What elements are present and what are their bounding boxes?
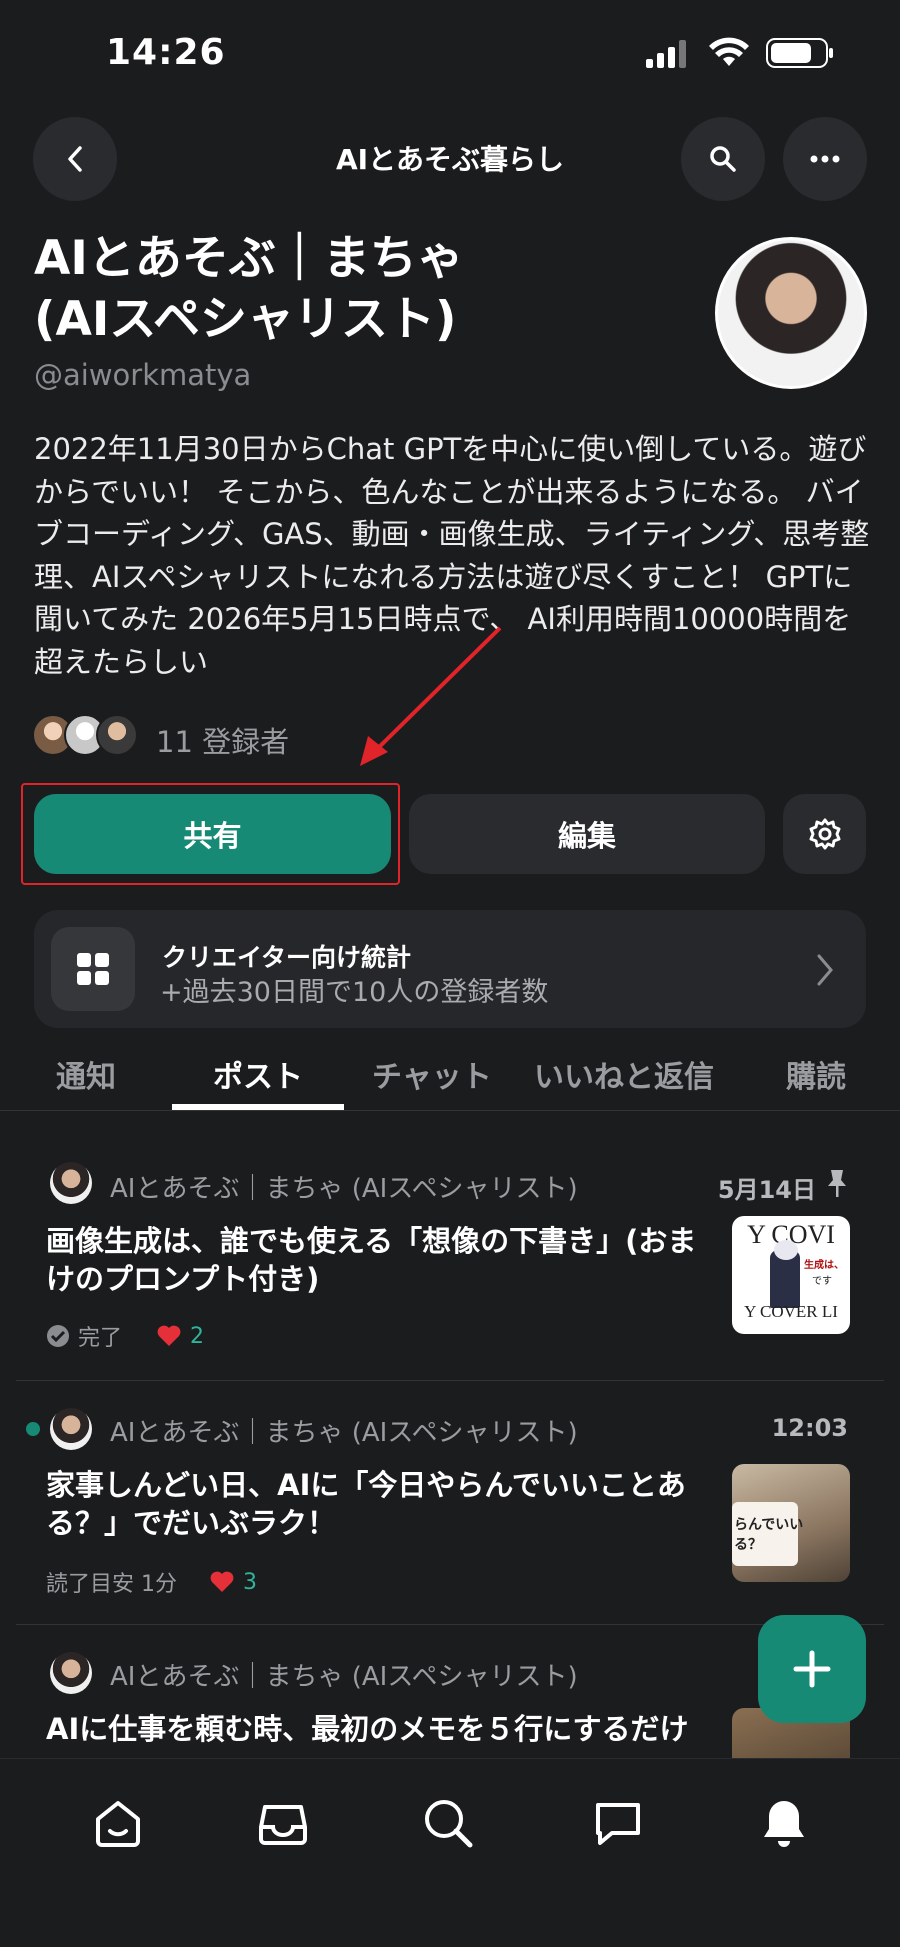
post-status: 完了 [78,1326,123,1351]
thumb-text: る？ [734,1537,762,1553]
settings-button[interactable] [783,794,866,874]
annotation-arrow [360,626,502,766]
divider [16,1624,884,1625]
heart-icon[interactable] [209,1570,235,1594]
back-button[interactable] [33,117,117,201]
battery-icon [766,38,834,68]
like-count: 3 [243,1569,257,1595]
post-item[interactable]: AIとあそぶ｜まちゃ (AIスペシャリスト) 5月14日 画像生成は、誰でも使え… [0,1140,900,1378]
thumb-card: らんでいい る？ [732,1502,803,1566]
post-meta: 読了目安 1分 3 [46,1566,257,1598]
thumb-text: らんでいい [734,1517,804,1533]
tab-likes-replies[interactable]: いいねと返信 [534,1052,714,1096]
plus-icon [793,1650,831,1688]
highlight-box [21,783,400,885]
post-meta: 完了 2 [46,1320,204,1352]
edit-button-label: 編集 [557,819,616,853]
check-circle-icon [47,1325,69,1347]
author-avatar [50,1162,92,1204]
more-options-button[interactable] [783,117,867,201]
inbox-icon[interactable] [255,1795,311,1851]
subscriber-count[interactable]: 11 登録者 [156,719,289,761]
author-avatar [50,1408,92,1450]
creator-stats-card[interactable] [34,910,866,1028]
grid-icon [77,953,109,985]
wifi-icon [708,36,750,68]
compose-button[interactable] [758,1615,866,1723]
edit-button[interactable]: 編集 [409,794,765,874]
search-button[interactable] [681,117,765,201]
profile-handle: @aiworkmatya [34,358,252,392]
bell-icon[interactable] [756,1795,812,1851]
stats-title: クリエイター向け統計 [162,943,412,972]
stats-subtitle: +過去30日間で10人の登録者数 [160,977,549,1008]
post-item[interactable]: AIとあそぶ｜まちゃ (AIスペシャリスト) 12:03 家事しんどい日、AIに… [0,1384,900,1624]
post-date: 12:03 [771,1414,848,1442]
stats-icon-box [51,927,135,1011]
search-icon[interactable] [420,1795,476,1851]
chat-icon[interactable] [590,1795,646,1851]
subscriber-avatar [96,714,138,756]
tab-posts[interactable]: ポスト [213,1052,303,1096]
profile-avatar[interactable] [715,237,867,389]
like-count: 2 [190,1323,205,1349]
thumb-figure-hair [774,1240,798,1260]
post-author: AIとあそぶ｜まちゃ (AIスペシャリスト) [110,1418,578,1448]
post-author: AIとあそぶ｜まちゃ (AIスペシャリスト) [110,1174,578,1204]
post-author: AIとあそぶ｜まちゃ (AIスペシャリスト) [110,1662,578,1692]
bottom-nav [0,1758,900,1947]
divider [16,1380,884,1381]
post-title: 画像生成は、誰でも使える「想像の下書き」(おまけのプロンプト付き) [46,1224,697,1296]
thumb-text: です [812,1276,832,1287]
page-title: AIとあそぶ暮らし [335,143,565,176]
tab-subscriptions[interactable]: 購読 [786,1052,846,1096]
home-icon[interactable] [90,1795,146,1851]
thumb-text: Y COVER LI [744,1302,838,1321]
tab-chat[interactable]: チャット [372,1052,492,1096]
heart-icon[interactable] [156,1324,182,1348]
search-icon [710,146,736,172]
cellular-signal-icon [646,40,690,68]
more-horizontal-icon [810,155,840,163]
chevron-left-icon [68,146,82,172]
post-thumbnail: Y COVI 生成は、 です Y COVER LI [732,1216,850,1334]
read-time: 読了目安 1分 [46,1572,177,1597]
divider [0,1110,900,1111]
thumb-text: 生成は、 [804,1260,844,1271]
post-title: 家事しんどい日、AIに「今日やらんでいいことある？」でだいぶラク！ [46,1468,686,1540]
post-title: AIに仕事を頼む時、最初のメモを５行にするだけ [46,1712,689,1746]
post-date: 5月14日 [717,1176,816,1204]
status-time: 14:26 [106,32,226,73]
pin-icon [828,1170,846,1197]
tab-notifications[interactable]: 通知 [56,1052,116,1096]
unread-dot [26,1422,40,1436]
gear-icon [809,818,840,850]
chevron-right-icon [817,954,833,986]
author-avatar [50,1652,92,1694]
post-thumbnail: らんでいい る？ [732,1464,850,1582]
profile-name: AIとあそぶ｜まちゃ (AIスペシャリスト) [34,231,464,347]
